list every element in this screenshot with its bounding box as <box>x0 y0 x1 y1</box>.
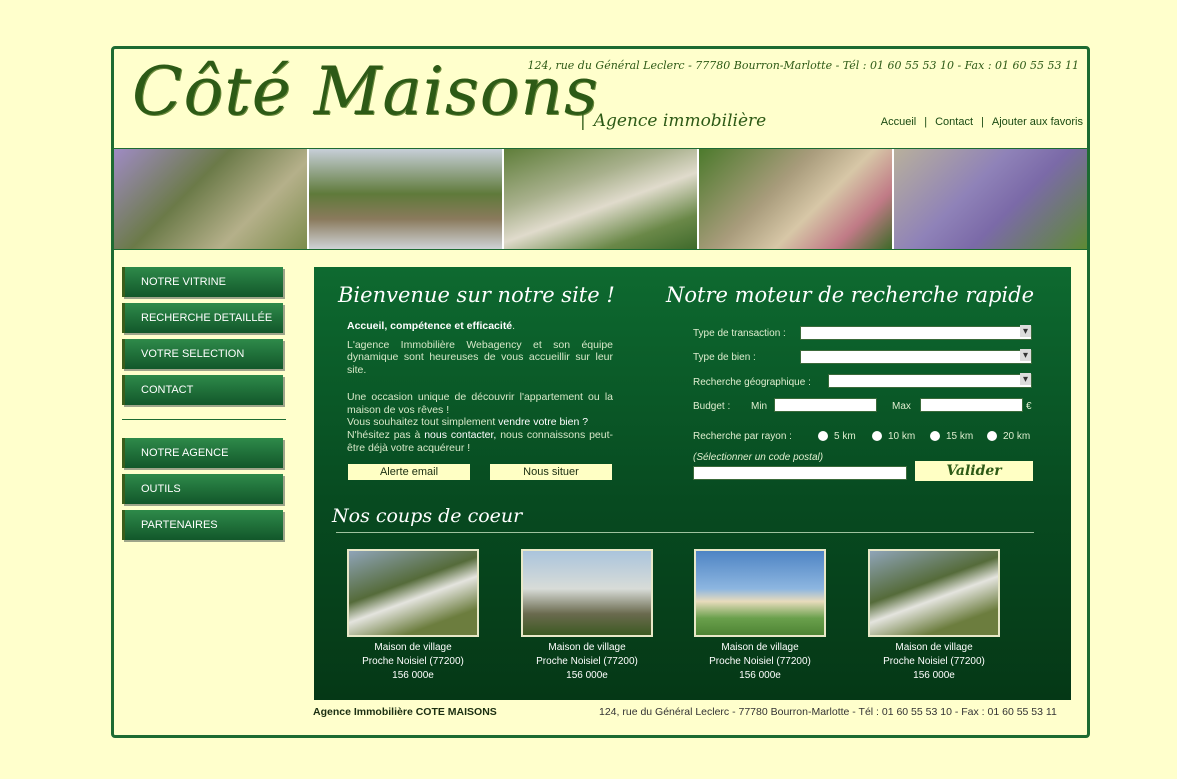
favorite-photo[interactable] <box>694 549 826 637</box>
budget-min-input[interactable] <box>774 398 877 412</box>
alerte-email-button[interactable]: Alerte email <box>348 464 470 480</box>
budget-max-input[interactable] <box>920 398 1023 412</box>
radio-20km[interactable] <box>987 431 997 442</box>
favorite-card[interactable]: Maison de village Proche Noisiel (77200)… <box>346 549 480 683</box>
label-budget: Budget : <box>693 401 731 412</box>
menu-recherche-detaillee[interactable]: RECHERCHE DETAILLÉE <box>122 303 283 333</box>
welcome-title: Bienvenue sur notre site ! <box>338 283 615 307</box>
radius-10[interactable]: 10 km <box>872 431 915 442</box>
banner-photo-chateau <box>504 149 697 249</box>
banner-photo-wisteria <box>114 149 307 249</box>
link-accueil[interactable]: Accueil <box>881 116 916 128</box>
label-min: Min <box>751 401 768 412</box>
link-favoris[interactable]: Ajouter aux favoris <box>992 116 1083 128</box>
banner-photo-garden-house <box>699 149 892 249</box>
menu-notre-vitrine[interactable]: NOTRE VITRINE <box>122 267 283 297</box>
radio-10km[interactable] <box>872 431 882 442</box>
select-geo[interactable] <box>828 373 1032 388</box>
postal-hint: (Sélectionner un code postal) <box>693 452 824 463</box>
menu-divider <box>122 419 286 420</box>
label-max: Max <box>892 401 911 412</box>
label-transaction: Type de transaction : <box>693 328 786 339</box>
search-title: Notre moteur de recherche rapide <box>666 283 1035 307</box>
footer-address: 124, rue du Général Leclerc - 77780 Bour… <box>599 706 1057 718</box>
coups-de-coeur-title: Nos coups de coeur <box>332 505 523 527</box>
postal-input[interactable] <box>693 466 907 480</box>
main-panel: Bienvenue sur notre site ! Accueil, comp… <box>314 267 1071 700</box>
nous-situer-button[interactable]: Nous situer <box>490 464 612 480</box>
label-rayon: Recherche par rayon : <box>693 431 792 442</box>
currency-label: € <box>1026 401 1032 412</box>
tagline: | Agence immobilière <box>580 111 767 131</box>
label-bien: Type de bien : <box>693 352 756 363</box>
radius-15[interactable]: 15 km <box>930 431 973 442</box>
coeur-divider <box>336 532 1034 533</box>
favorite-card[interactable]: Maison de village Proche Noisiel (77200)… <box>867 549 1001 683</box>
menu-contact[interactable]: CONTACT <box>122 375 283 405</box>
page-frame: Côté Maisons | Agence immobilière 124, ru… <box>111 46 1090 738</box>
favorite-card[interactable]: Maison de village Proche Noisiel (77200)… <box>693 549 827 683</box>
menu-partenaires[interactable]: PARTENAIRES <box>122 510 283 540</box>
label-geo: Recherche géographique : <box>693 377 811 388</box>
footer-agency: Agence Immobilière COTE MAISONS <box>313 706 497 718</box>
header-links: Accueil | Contact | Ajouter aux favoris <box>880 116 1083 128</box>
select-bien[interactable] <box>800 349 1032 364</box>
favorite-photo[interactable] <box>868 549 1000 637</box>
favorites-list: Maison de village Proche Noisiel (77200)… <box>346 549 1046 689</box>
welcome-text: Accueil, compétence et efficacité. L'age… <box>347 320 613 454</box>
menu-notre-agence[interactable]: NOTRE AGENCE <box>122 438 283 468</box>
menu-outils[interactable]: OUTILS <box>122 474 283 504</box>
radius-5[interactable]: 5 km <box>818 431 856 442</box>
radio-5km[interactable] <box>818 431 828 442</box>
valider-button[interactable]: Valider <box>915 461 1033 481</box>
favorite-photo[interactable] <box>347 549 479 637</box>
photo-banner <box>114 148 1087 250</box>
side-menu: NOTRE VITRINE RECHERCHE DETAILLÉE VOTRE … <box>122 267 287 546</box>
link-contact[interactable]: Contact <box>935 116 973 128</box>
select-transaction[interactable] <box>800 325 1032 340</box>
favorite-card[interactable]: Maison de village Proche Noisiel (77200)… <box>520 549 654 683</box>
favorite-photo[interactable] <box>521 549 653 637</box>
radio-15km[interactable] <box>930 431 940 442</box>
banner-photo-river-village <box>309 149 502 249</box>
header-address: 124, rue du Général Leclerc - 77780 Bour… <box>527 59 1079 72</box>
menu-votre-selection[interactable]: VOTRE SELECTION <box>122 339 283 369</box>
radius-20[interactable]: 20 km <box>987 431 1030 442</box>
banner-photo-stone-house <box>894 149 1087 249</box>
